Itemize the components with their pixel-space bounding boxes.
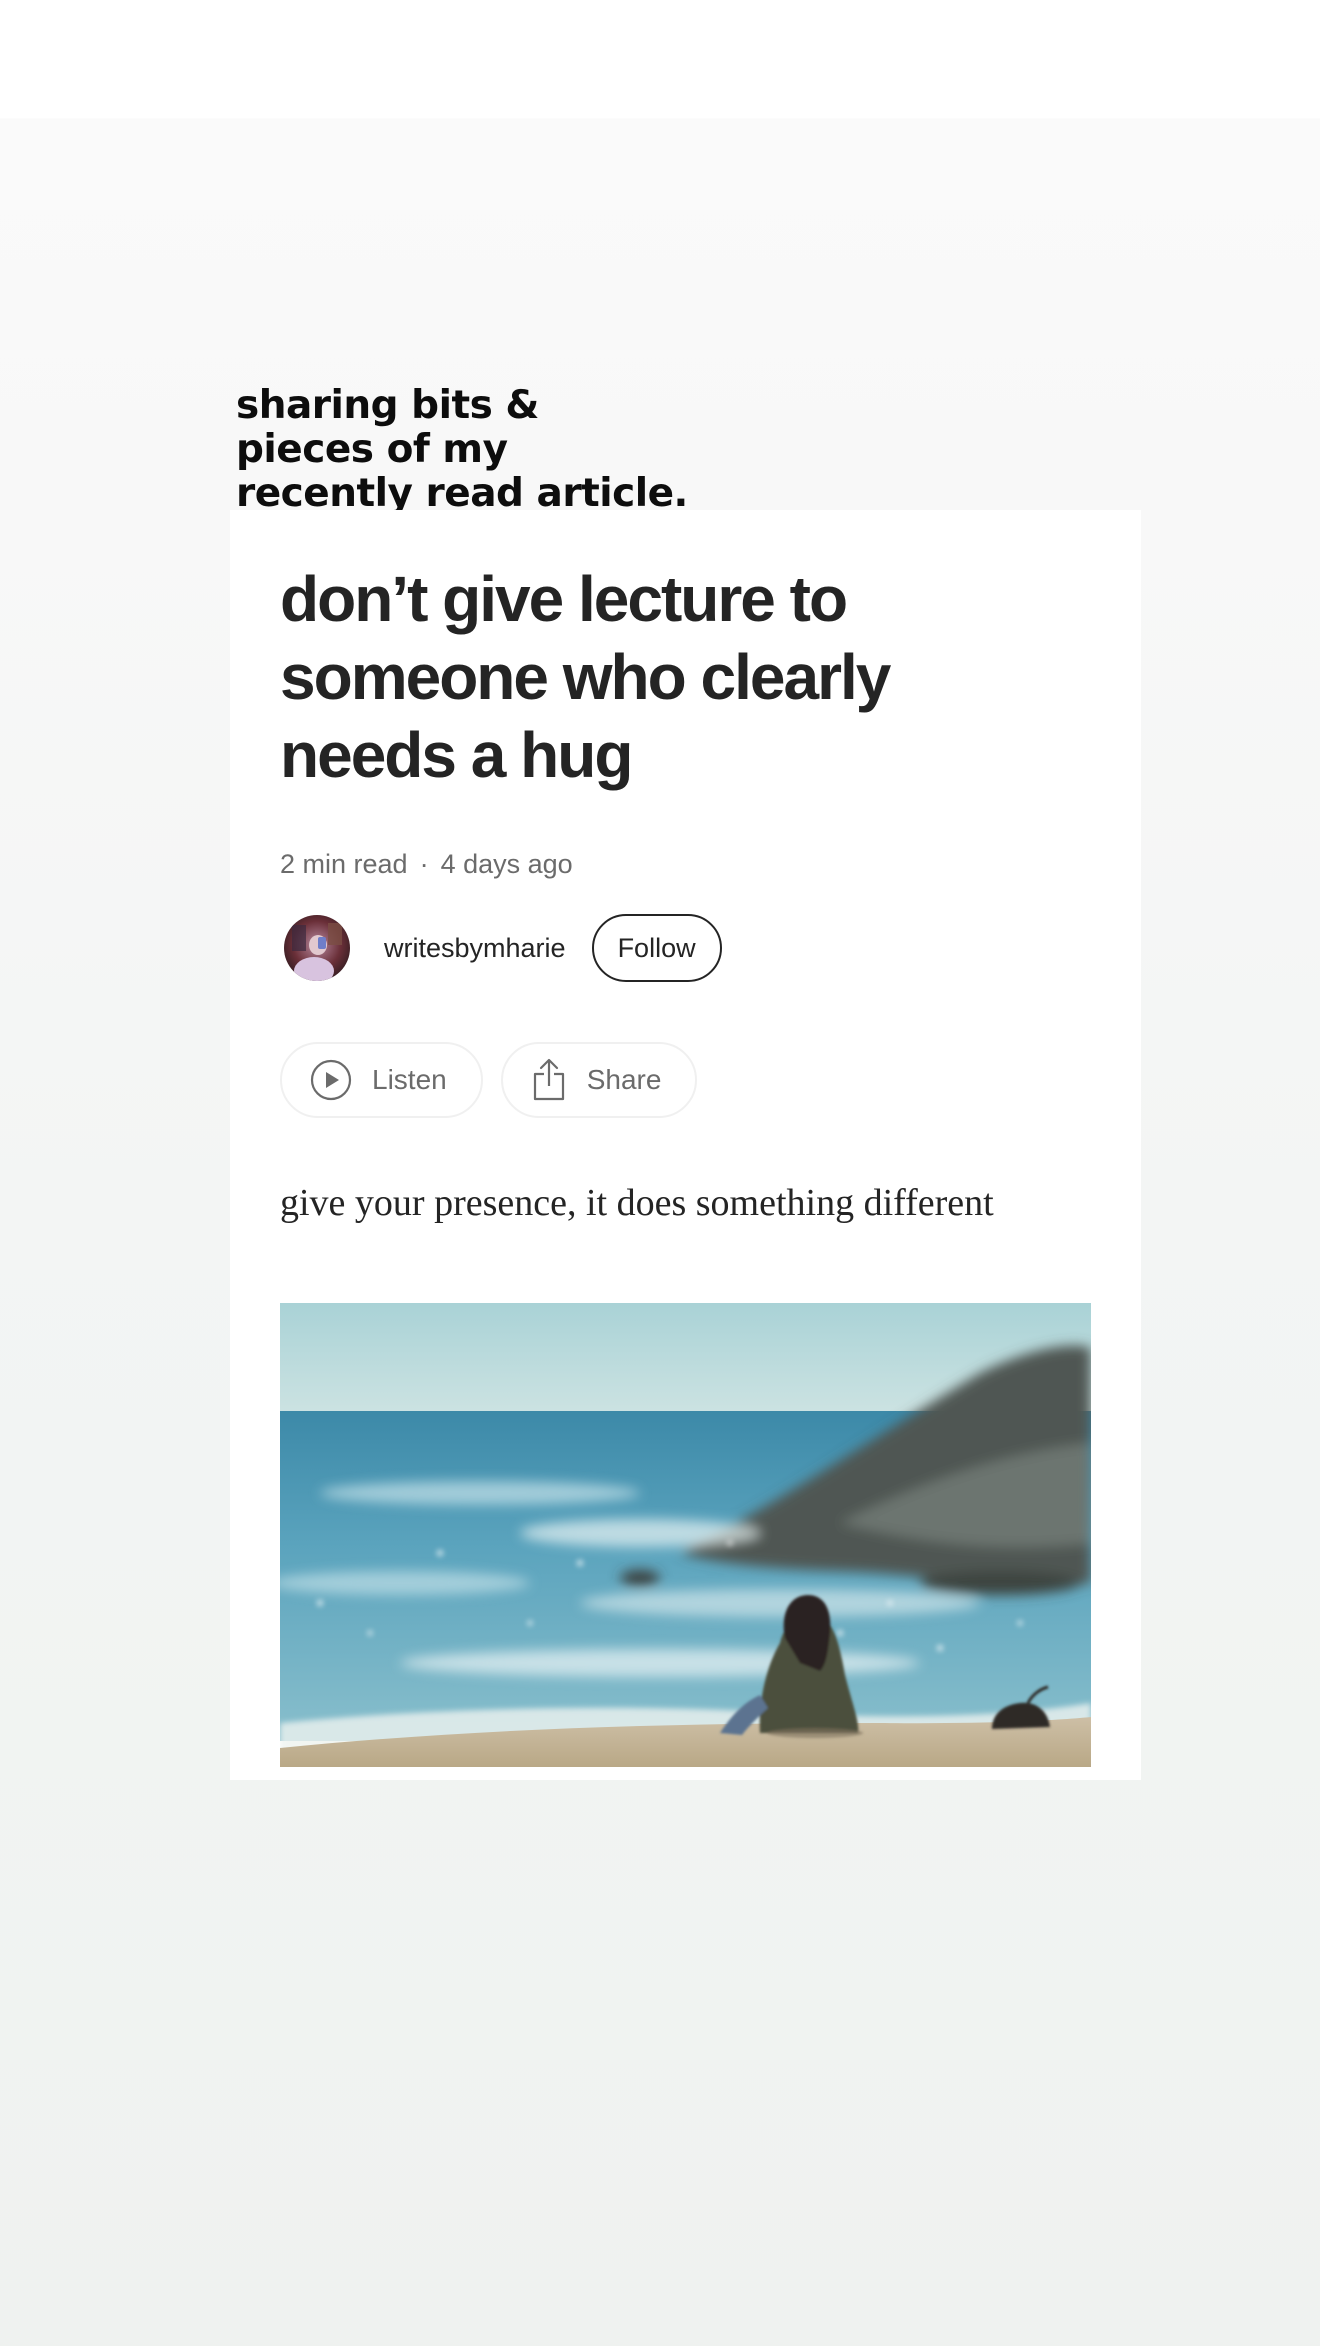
- share-upload-icon: [531, 1058, 567, 1102]
- article-title-line-3: needs a hug: [280, 719, 633, 791]
- article-subtitle: give your presence, it does something di…: [280, 1182, 994, 1224]
- play-circle-icon: [310, 1059, 352, 1101]
- article-title-line-2: someone who clearly: [280, 641, 891, 713]
- listen-label: Listen: [372, 1064, 447, 1095]
- article-meta: 2 min read · 4 days ago: [280, 846, 573, 882]
- caption-line-1: sharing bits &: [236, 383, 539, 428]
- article-title-line-1: don’t give lecture to: [280, 563, 848, 635]
- avatar[interactable]: [284, 915, 350, 981]
- article-card[interactable]: don’t give lecture to someone who clearl…: [230, 510, 1141, 1780]
- publish-date: 4 days ago: [440, 849, 573, 879]
- article-title: don’t give lecture to someone who clearl…: [280, 560, 891, 794]
- author-name[interactable]: writesbymharie: [384, 933, 566, 964]
- article-actions: Listen Share: [280, 1042, 715, 1118]
- story-caption: sharing bits & pieces of my recently rea…: [236, 384, 688, 516]
- share-label: Share: [586, 1064, 662, 1095]
- beach-photo: [280, 1303, 1091, 1767]
- author-row: writesbymharie Follow: [280, 912, 722, 984]
- hero-image: [280, 1303, 1091, 1767]
- listen-button[interactable]: Listen: [280, 1042, 483, 1118]
- meta-separator: ·: [419, 849, 429, 879]
- follow-button[interactable]: Follow: [591, 914, 722, 982]
- avatar-image: [284, 915, 350, 981]
- caption-line-2: pieces of my: [236, 427, 508, 472]
- read-time: 2 min read: [280, 849, 408, 879]
- share-button[interactable]: Share: [500, 1042, 698, 1118]
